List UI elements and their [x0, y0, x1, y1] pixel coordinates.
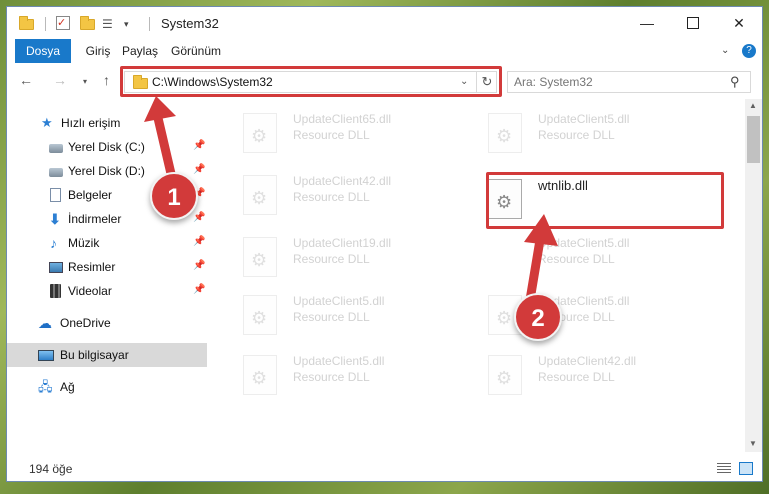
step-2-badge: 2 [514, 293, 562, 341]
step-1-badge: 1 [150, 172, 198, 220]
arrow-1 [144, 96, 177, 183]
arrow-2 [524, 214, 558, 305]
annotation-arrows [144, 96, 558, 305]
